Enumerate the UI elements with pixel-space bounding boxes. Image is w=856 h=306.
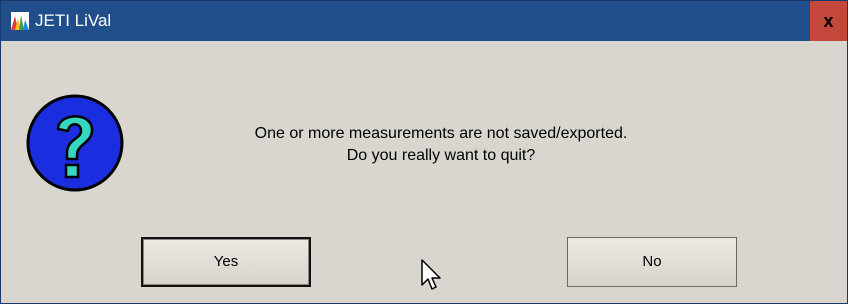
- message-line-1: One or more measurements are not saved/e…: [254, 125, 628, 142]
- close-button[interactable]: x: [810, 1, 847, 41]
- no-button[interactable]: No: [567, 237, 737, 287]
- question-icon: [26, 94, 124, 192]
- dialog-message: One or more measurements are not saved/e…: [141, 123, 741, 167]
- message-line-2: Do you really want to quit?: [346, 147, 536, 164]
- yes-button[interactable]: Yes: [141, 237, 311, 287]
- title-bar[interactable]: JETI LiVal x: [1, 1, 847, 41]
- app-logo-icon: [11, 12, 29, 30]
- dialog-window: JETI LiVal x One or more measurements ar…: [0, 0, 848, 304]
- mouse-pointer-icon: [421, 259, 441, 290]
- window-title: JETI LiVal: [35, 11, 112, 30]
